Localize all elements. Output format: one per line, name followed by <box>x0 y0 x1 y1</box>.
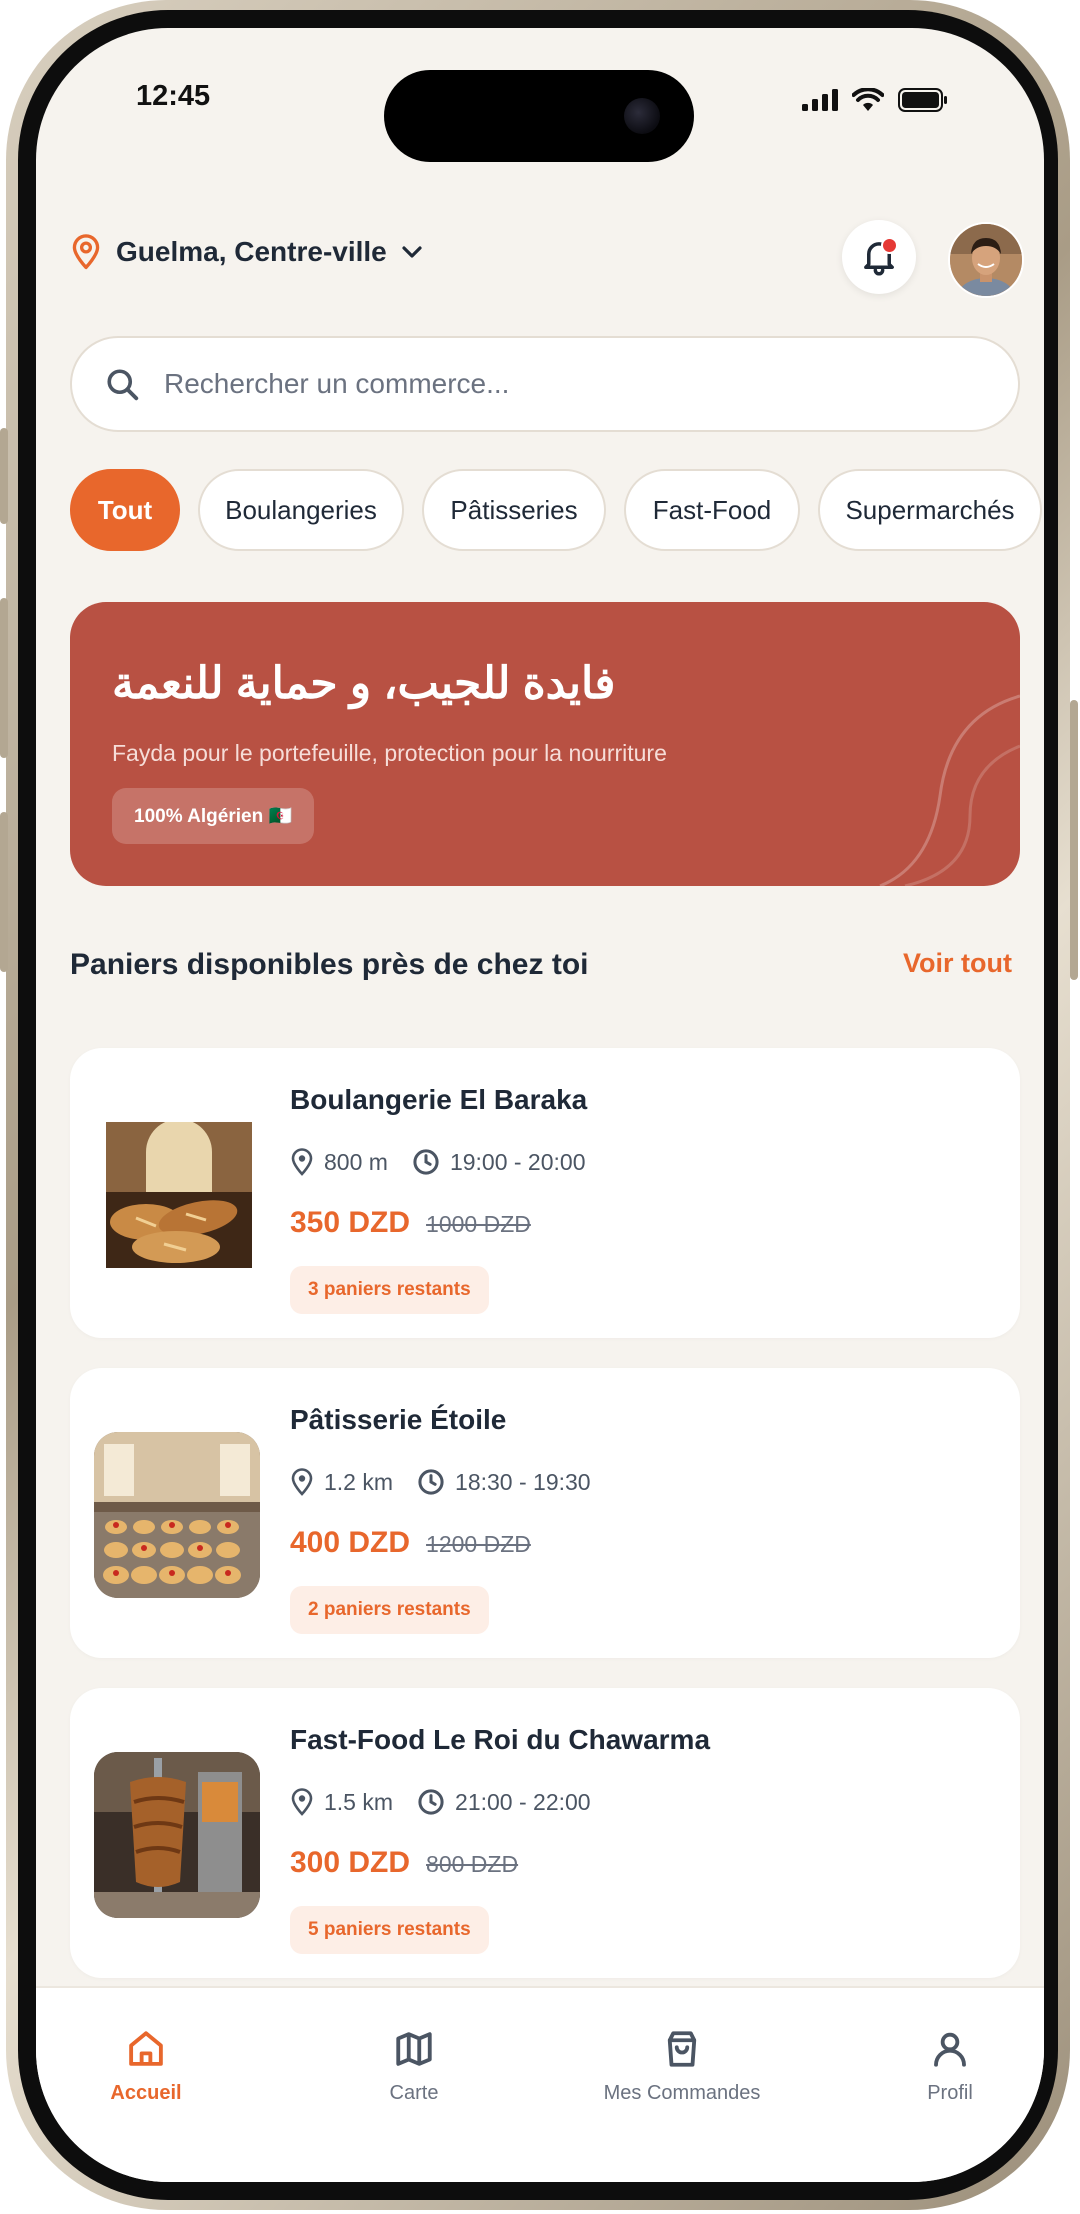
chip-patisseries[interactable]: Pâtisseries <box>422 469 606 551</box>
nav-carte[interactable]: Carte <box>314 2028 514 2105</box>
user-icon <box>934 2032 966 2067</box>
remaining-badge: 5 paniers restants <box>290 1906 489 1954</box>
store-name: Fast-Food Le Roi du Chawarma <box>290 1724 711 1755</box>
store-image-shawarma <box>94 1752 260 1918</box>
remaining-badge: 3 paniers restants <box>290 1266 489 1314</box>
store-meta: 1.2 km 18:30 - 19:30 <box>290 1468 591 1496</box>
camera-icon <box>624 98 660 134</box>
store-time: 18:30 - 19:30 <box>455 1468 591 1495</box>
shopping-bag-icon <box>667 2031 697 2067</box>
nav-mes-commandes[interactable]: Mes Commandes <box>582 2028 782 2105</box>
nav-profil[interactable]: Profil <box>850 2028 1044 2105</box>
app-screen: 12:45 Guelma, Centre-ville Rechercher un… <box>36 28 1044 2182</box>
banner-badge: 100% Algérien 🇩🇿 <box>112 788 315 844</box>
nav-label: Profil <box>927 2082 973 2104</box>
store-card[interactable]: Boulangerie El Baraka 800 m 19:00 - 20:0… <box>70 1048 1020 1338</box>
map-icon <box>396 2032 432 2066</box>
side-button <box>0 428 8 524</box>
bottom-nav: Accueil Carte Mes Commandes Profil <box>36 1986 1044 2182</box>
location-pin-icon <box>291 1788 313 1816</box>
promo-banner[interactable]: فايدة للجيب، و حماية للنعمة Fayda pour l… <box>70 602 1020 886</box>
store-distance: 1.2 km <box>324 1468 394 1495</box>
dynamic-island <box>384 70 694 162</box>
remaining-badge: 2 paniers restants <box>290 1586 489 1634</box>
store-time: 19:00 - 20:00 <box>449 1148 586 1175</box>
store-price: 350 DZD 1000 DZD <box>290 1206 531 1240</box>
banner-title: فايدة للجيب، و حماية للنعمة <box>112 659 616 708</box>
notification-dot <box>881 237 898 254</box>
chevron-down-icon <box>402 246 422 258</box>
store-distance: 800 m <box>324 1148 388 1175</box>
location-label: Guelma, Centre-ville <box>116 236 387 267</box>
search-icon <box>107 369 139 401</box>
price-new: 350 DZD <box>290 1206 411 1239</box>
chip-fast-food[interactable]: Fast-Food <box>624 469 800 551</box>
store-card[interactable]: Fast-Food Le Roi du Chawarma 1.5 km 21:0… <box>70 1688 1020 1978</box>
status-icons <box>802 88 948 112</box>
side-button <box>0 812 8 972</box>
section-title: Paniers disponibles près de chez toi <box>70 948 589 981</box>
search-input[interactable] <box>162 367 946 401</box>
side-button <box>1070 700 1078 980</box>
chip-boulangeries[interactable]: Boulangeries <box>198 469 404 551</box>
location-pin-icon <box>291 1468 313 1496</box>
price-old: 1000 DZD <box>426 1211 531 1237</box>
price-new: 300 DZD <box>290 1846 411 1879</box>
status-time: 12:45 <box>136 80 211 112</box>
signal-icon <box>802 89 838 111</box>
store-name: Boulangerie El Baraka <box>290 1084 588 1115</box>
clock-icon <box>418 1469 444 1495</box>
price-new: 400 DZD <box>290 1526 411 1559</box>
wifi-icon <box>852 88 884 111</box>
location-pin-icon <box>291 1148 313 1176</box>
chip-tout[interactable]: Tout <box>70 469 180 551</box>
nav-label: Mes Commandes <box>603 2082 761 2104</box>
avatar[interactable] <box>948 222 1024 298</box>
banner-subtitle: Fayda pour le portefeuille, protection p… <box>112 740 667 766</box>
home-icon <box>129 2031 163 2066</box>
location-pin-icon <box>72 234 100 270</box>
store-distance: 1.5 km <box>324 1788 394 1815</box>
nav-label: Accueil <box>110 2082 182 2104</box>
clock-icon <box>413 1149 439 1175</box>
store-price: 300 DZD 800 DZD <box>290 1846 518 1880</box>
see-all-link[interactable]: Voir tout <box>903 948 1012 979</box>
store-price: 400 DZD 1200 DZD <box>290 1526 531 1560</box>
store-meta: 1.5 km 21:00 - 22:00 <box>290 1788 591 1816</box>
store-image-bakery <box>106 1122 252 1268</box>
battery-icon <box>898 88 947 112</box>
nav-label: Carte <box>389 2082 439 2104</box>
category-chips: Tout Boulangeries Pâtisseries Fast-Food … <box>70 469 1042 551</box>
store-time: 21:00 - 22:00 <box>455 1788 591 1815</box>
notifications-button[interactable] <box>842 220 916 294</box>
nav-accueil[interactable]: Accueil <box>46 2028 246 2105</box>
price-old: 800 DZD <box>426 1851 519 1877</box>
clock-icon <box>418 1789 444 1815</box>
chip-supermarches[interactable]: Supermarchés <box>818 469 1042 551</box>
location-selector[interactable]: Guelma, Centre-ville <box>70 234 423 270</box>
banner-decoration <box>879 694 1020 886</box>
price-old: 1200 DZD <box>426 1531 531 1557</box>
search-bar[interactable] <box>70 336 1020 432</box>
store-name: Pâtisserie Étoile <box>290 1404 507 1435</box>
side-button <box>0 598 8 758</box>
store-meta: 800 m 19:00 - 20:00 <box>290 1148 586 1176</box>
store-image-pastry <box>94 1432 260 1598</box>
store-card[interactable]: Pâtisserie Étoile 1.2 km 18:30 - 19:30 4… <box>70 1368 1020 1658</box>
